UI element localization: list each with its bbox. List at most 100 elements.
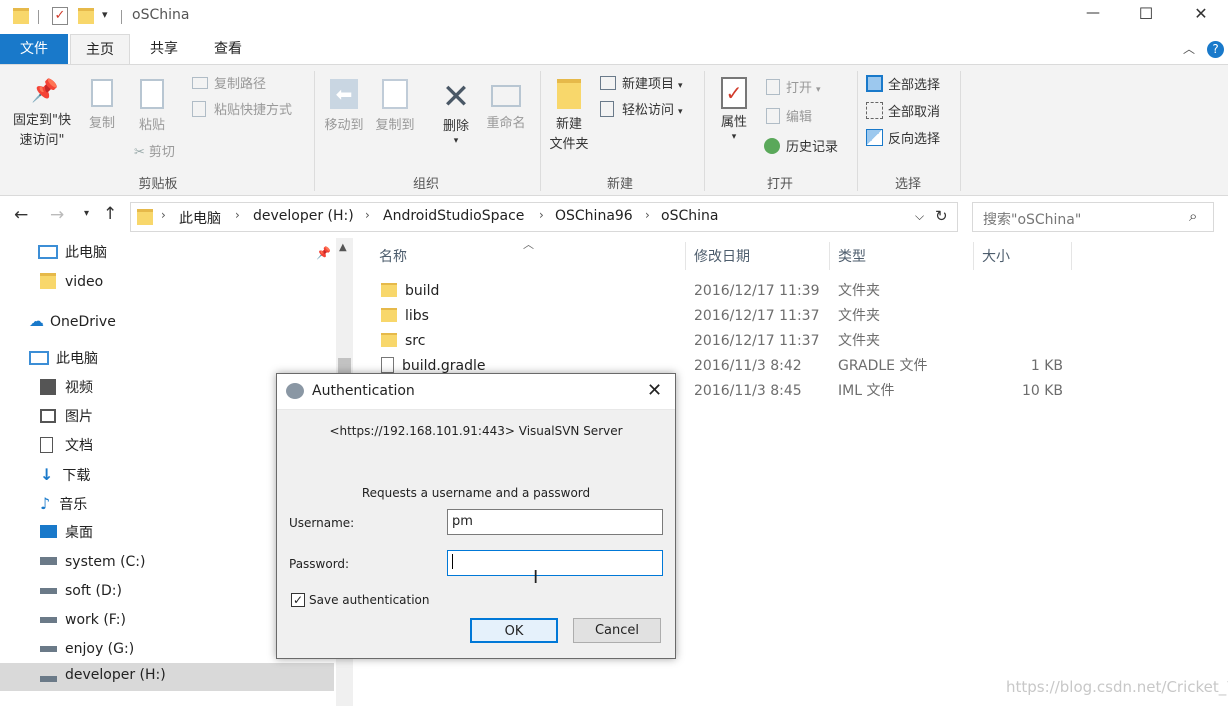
breadcrumb-oschina[interactable]: oSChina	[661, 208, 718, 224]
properties-dropdown-icon[interactable]: ▾	[712, 133, 756, 142]
delete-dropdown-icon[interactable]: ▾	[434, 137, 478, 146]
open-group-label: 打开	[766, 177, 793, 192]
nav-item-pictures[interactable]: 图片	[40, 404, 93, 430]
nav-item-onedrive[interactable]: ☁ OneDrive	[29, 308, 116, 334]
maximize-button[interactable]: ☐	[1136, 4, 1156, 23]
folder-icon	[137, 209, 153, 225]
qat-dropdown-icon[interactable]: ▾	[102, 8, 108, 21]
column-header-name[interactable]: 名称	[379, 244, 407, 270]
move-to-button[interactable]: ⬅ 移动到	[320, 79, 368, 136]
nav-item-system-c[interactable]: system (C:)	[40, 549, 145, 575]
drive-icon	[40, 557, 57, 565]
copy-to-button[interactable]: 复制到	[371, 79, 419, 136]
refresh-icon[interactable]: ↻	[935, 207, 948, 225]
nav-item-videos[interactable]: 视频	[40, 375, 93, 401]
collapse-ribbon-icon[interactable]: ︿	[1183, 40, 1195, 57]
tab-view[interactable]: 查看	[199, 34, 257, 64]
breadcrumb-androidstudiospace[interactable]: AndroidStudioSpace	[383, 208, 524, 224]
search-icon[interactable]: ⌕	[1189, 207, 1197, 225]
cancel-button[interactable]: Cancel	[573, 618, 661, 643]
nav-item-soft-d[interactable]: soft (D:)	[40, 578, 122, 604]
delete-label: 删除	[442, 119, 469, 134]
username-field[interactable]: pm	[447, 509, 663, 535]
minimize-button[interactable]: —	[1083, 5, 1103, 21]
nav-item-music[interactable]: ♪ 音乐	[40, 491, 87, 517]
i-beam-cursor-icon: I	[533, 567, 539, 588]
window-title: oSChina	[132, 7, 190, 23]
copy-button[interactable]: 复制	[84, 79, 120, 134]
drive-icon	[40, 617, 57, 623]
properties-button[interactable]: ✓ 属性 ▾	[712, 77, 756, 142]
paste-shortcut-icon	[192, 101, 206, 117]
nav-item-this-pc[interactable]: 此电脑	[29, 346, 98, 372]
search-box[interactable]: 搜索"oSChina" ⌕	[972, 202, 1214, 232]
edit-button[interactable]: 编辑	[766, 108, 812, 128]
nav-item-this-pc-quick[interactable]: 此电脑	[38, 240, 107, 266]
nav-item-developer-h[interactable]: developer (H:)	[0, 663, 334, 691]
dialog-title-bar: Authentication ✕	[277, 374, 675, 410]
address-bar[interactable]: › 此电脑 › developer (H:) › AndroidStudioSp…	[130, 202, 958, 232]
password-field[interactable]	[447, 550, 663, 576]
recent-locations-icon[interactable]: ▾	[84, 208, 89, 219]
nav-item-enjoy-g[interactable]: enjoy (G:)	[40, 636, 134, 662]
nav-item-work-f[interactable]: work (F:)	[40, 607, 126, 633]
up-arrow-icon[interactable]: ↑	[103, 204, 117, 224]
nav-item-desktop[interactable]: 桌面	[40, 520, 93, 546]
help-icon[interactable]: ?	[1207, 41, 1224, 58]
close-button[interactable]: ✕	[1191, 4, 1211, 23]
new-item-button[interactable]: 新建项目 ▾	[600, 75, 683, 96]
paste-button[interactable]: 粘贴	[134, 79, 170, 136]
forward-arrow-icon[interactable]: →	[50, 205, 64, 225]
rename-button[interactable]: 重命名	[482, 79, 530, 134]
cut-button[interactable]: ✂ 剪切	[134, 143, 175, 163]
nav-item-documents[interactable]: 文档	[40, 433, 93, 459]
file-date: 2016/12/17 11:39	[694, 283, 820, 299]
nav-item-downloads[interactable]: ↓ 下载	[40, 462, 90, 488]
column-header-size[interactable]: 大小	[982, 244, 1010, 270]
easy-access-button[interactable]: 轻松访问 ▾	[600, 101, 683, 122]
search-input[interactable]: 搜索"oSChina"	[983, 209, 1081, 229]
tab-share[interactable]: 共享	[135, 34, 193, 64]
open-button[interactable]: 打开 ▾	[766, 79, 821, 100]
delete-button[interactable]: ✕ 删除 ▾	[434, 79, 478, 146]
breadcrumb-this-pc[interactable]: 此电脑	[179, 208, 221, 228]
select-all-button[interactable]: 全部选择	[866, 75, 940, 96]
file-row-build[interactable]: build 2016/12/17 11:39 文件夹	[355, 279, 1228, 304]
name-cell: build	[381, 279, 439, 304]
picture-icon	[40, 409, 56, 423]
address-dropdown-icon[interactable]: ⌵	[915, 209, 924, 224]
scroll-up-icon[interactable]: ▲	[339, 242, 347, 253]
tab-file[interactable]: 文件	[0, 34, 68, 64]
column-divider	[1071, 242, 1072, 270]
file-name: src	[405, 333, 426, 349]
chevron-right-icon: ›	[539, 208, 544, 222]
new-folder-button[interactable]: 新建 文件夹	[544, 79, 594, 155]
column-header-date[interactable]: 修改日期	[694, 244, 750, 270]
save-authentication-checkbox[interactable]: ✓	[291, 593, 305, 607]
properties-qat-icon[interactable]: ✓	[52, 7, 68, 25]
paste-shortcut-button[interactable]: 粘贴快捷方式	[192, 101, 292, 121]
file-row-src[interactable]: src 2016/12/17 11:37 文件夹	[355, 329, 1228, 354]
divider	[857, 71, 858, 191]
new-item-icon	[600, 76, 616, 90]
tab-home[interactable]: 主页	[70, 34, 130, 65]
dialog-close-button[interactable]: ✕	[647, 380, 662, 401]
invert-selection-button[interactable]: 反向选择	[866, 129, 940, 150]
history-button[interactable]: 历史记录	[764, 138, 838, 158]
drive-icon	[40, 588, 57, 594]
chevron-down-icon: ▾	[816, 85, 821, 95]
nav-item-video[interactable]: video	[40, 269, 103, 295]
file-row-libs[interactable]: libs 2016/12/17 11:37 文件夹	[355, 304, 1228, 329]
ok-button[interactable]: OK	[470, 618, 558, 643]
easy-access-label: 轻松访问	[622, 103, 675, 118]
file-type: 文件夹	[838, 283, 880, 299]
back-arrow-icon[interactable]: ←	[14, 205, 28, 225]
new-folder-qat-icon[interactable]	[78, 8, 94, 24]
column-header-type[interactable]: 类型	[838, 244, 866, 270]
pin-to-quick-access-button[interactable]: 📌 固定到"快 速访问"	[6, 79, 78, 151]
breadcrumb-developer[interactable]: developer (H:)	[253, 208, 354, 224]
history-icon	[764, 138, 780, 154]
copy-path-button[interactable]: 复制路径	[192, 75, 266, 95]
breadcrumb-oschina96[interactable]: OSChina96	[555, 208, 633, 224]
select-none-button[interactable]: 全部取消	[866, 102, 940, 123]
